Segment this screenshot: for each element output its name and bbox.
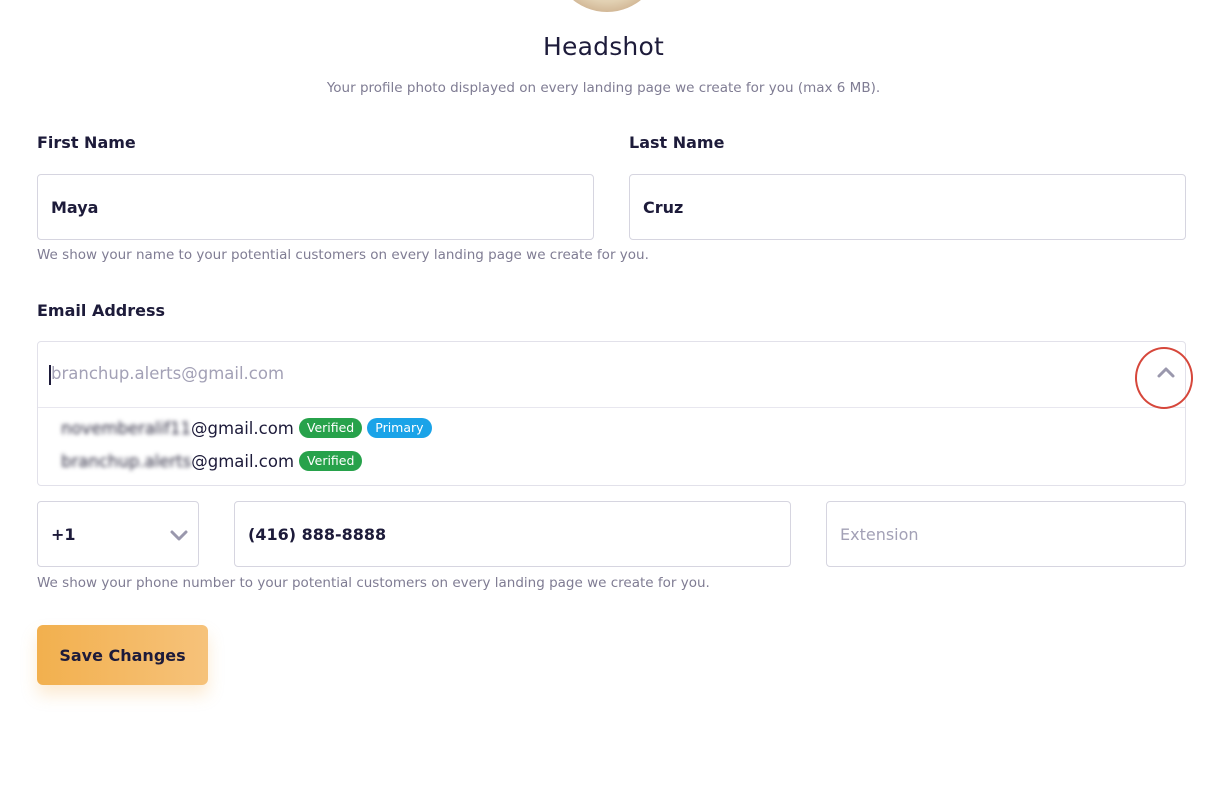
email-option[interactable]: novemberalif11 @gmail.com Verified Primar… xyxy=(61,418,432,438)
email-domain: @gmail.com xyxy=(191,418,294,438)
email-option[interactable]: branchup.alerts @gmail.com Verified xyxy=(61,451,363,471)
phone-help-text: We show your phone number to your potent… xyxy=(37,575,710,591)
annotation-circle xyxy=(1135,347,1193,409)
phone-number-input[interactable]: (416) 888-8888 xyxy=(234,501,791,567)
email-domain: @gmail.com xyxy=(191,451,295,471)
last-name-input[interactable]: Cruz xyxy=(629,174,1186,240)
email-input[interactable]: branchup.alerts@gmail.com xyxy=(38,342,1185,408)
country-code-value: +1 xyxy=(51,524,76,544)
primary-badge: Primary xyxy=(367,418,432,438)
country-code-select[interactable]: +1 xyxy=(37,501,199,567)
first-name-label: First Name xyxy=(37,133,136,152)
avatar-image xyxy=(553,0,661,12)
chevron-down-icon xyxy=(170,530,188,541)
last-name-label: Last Name xyxy=(629,133,725,152)
email-local-part-redacted: branchup.alerts xyxy=(61,451,192,471)
headshot-title: Headshot xyxy=(543,32,664,61)
last-name-value: Cruz xyxy=(643,197,684,217)
email-local-part-redacted: novemberalif11 xyxy=(61,418,192,438)
first-name-input[interactable]: Maya xyxy=(37,174,594,240)
phone-number-value: (416) 888-8888 xyxy=(248,524,387,544)
verified-badge: Verified xyxy=(299,451,363,471)
name-help-text: We show your name to your potential cust… xyxy=(37,247,649,263)
extension-input[interactable]: Extension xyxy=(826,501,1186,567)
save-changes-button[interactable]: Save Changes xyxy=(37,625,208,685)
headshot-avatar[interactable] xyxy=(553,0,661,12)
verified-badge: Verified xyxy=(298,418,363,438)
email-dropdown: branchup.alerts@gmail.com novemberalif11… xyxy=(37,341,1186,486)
extension-placeholder: Extension xyxy=(840,524,919,544)
headshot-help-text: Your profile photo displayed on every la… xyxy=(326,80,881,96)
email-label: Email Address xyxy=(37,301,166,320)
email-placeholder: branchup.alerts@gmail.com xyxy=(51,364,285,383)
first-name-value: Maya xyxy=(51,197,99,217)
